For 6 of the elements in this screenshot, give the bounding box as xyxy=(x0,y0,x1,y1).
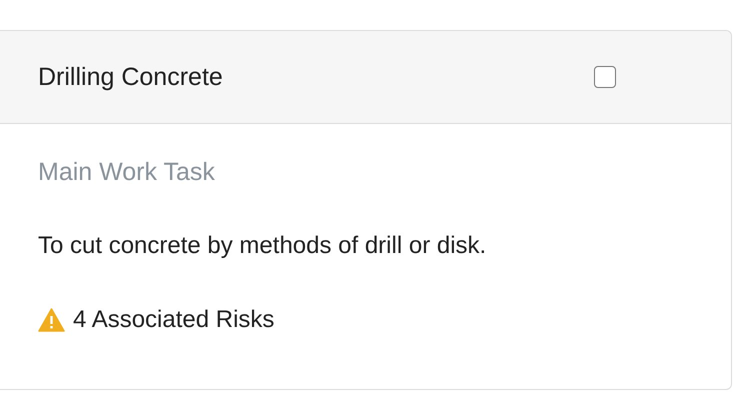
task-description: To cut concrete by methods of drill or disk. xyxy=(38,232,488,260)
task-type: Main Work Task xyxy=(38,158,216,187)
warning-icon xyxy=(38,308,65,332)
risk-count: 4 Associated Risks xyxy=(73,306,274,334)
card-title: Drilling Concrete xyxy=(38,62,223,92)
checkbox[interactable] xyxy=(594,66,616,88)
